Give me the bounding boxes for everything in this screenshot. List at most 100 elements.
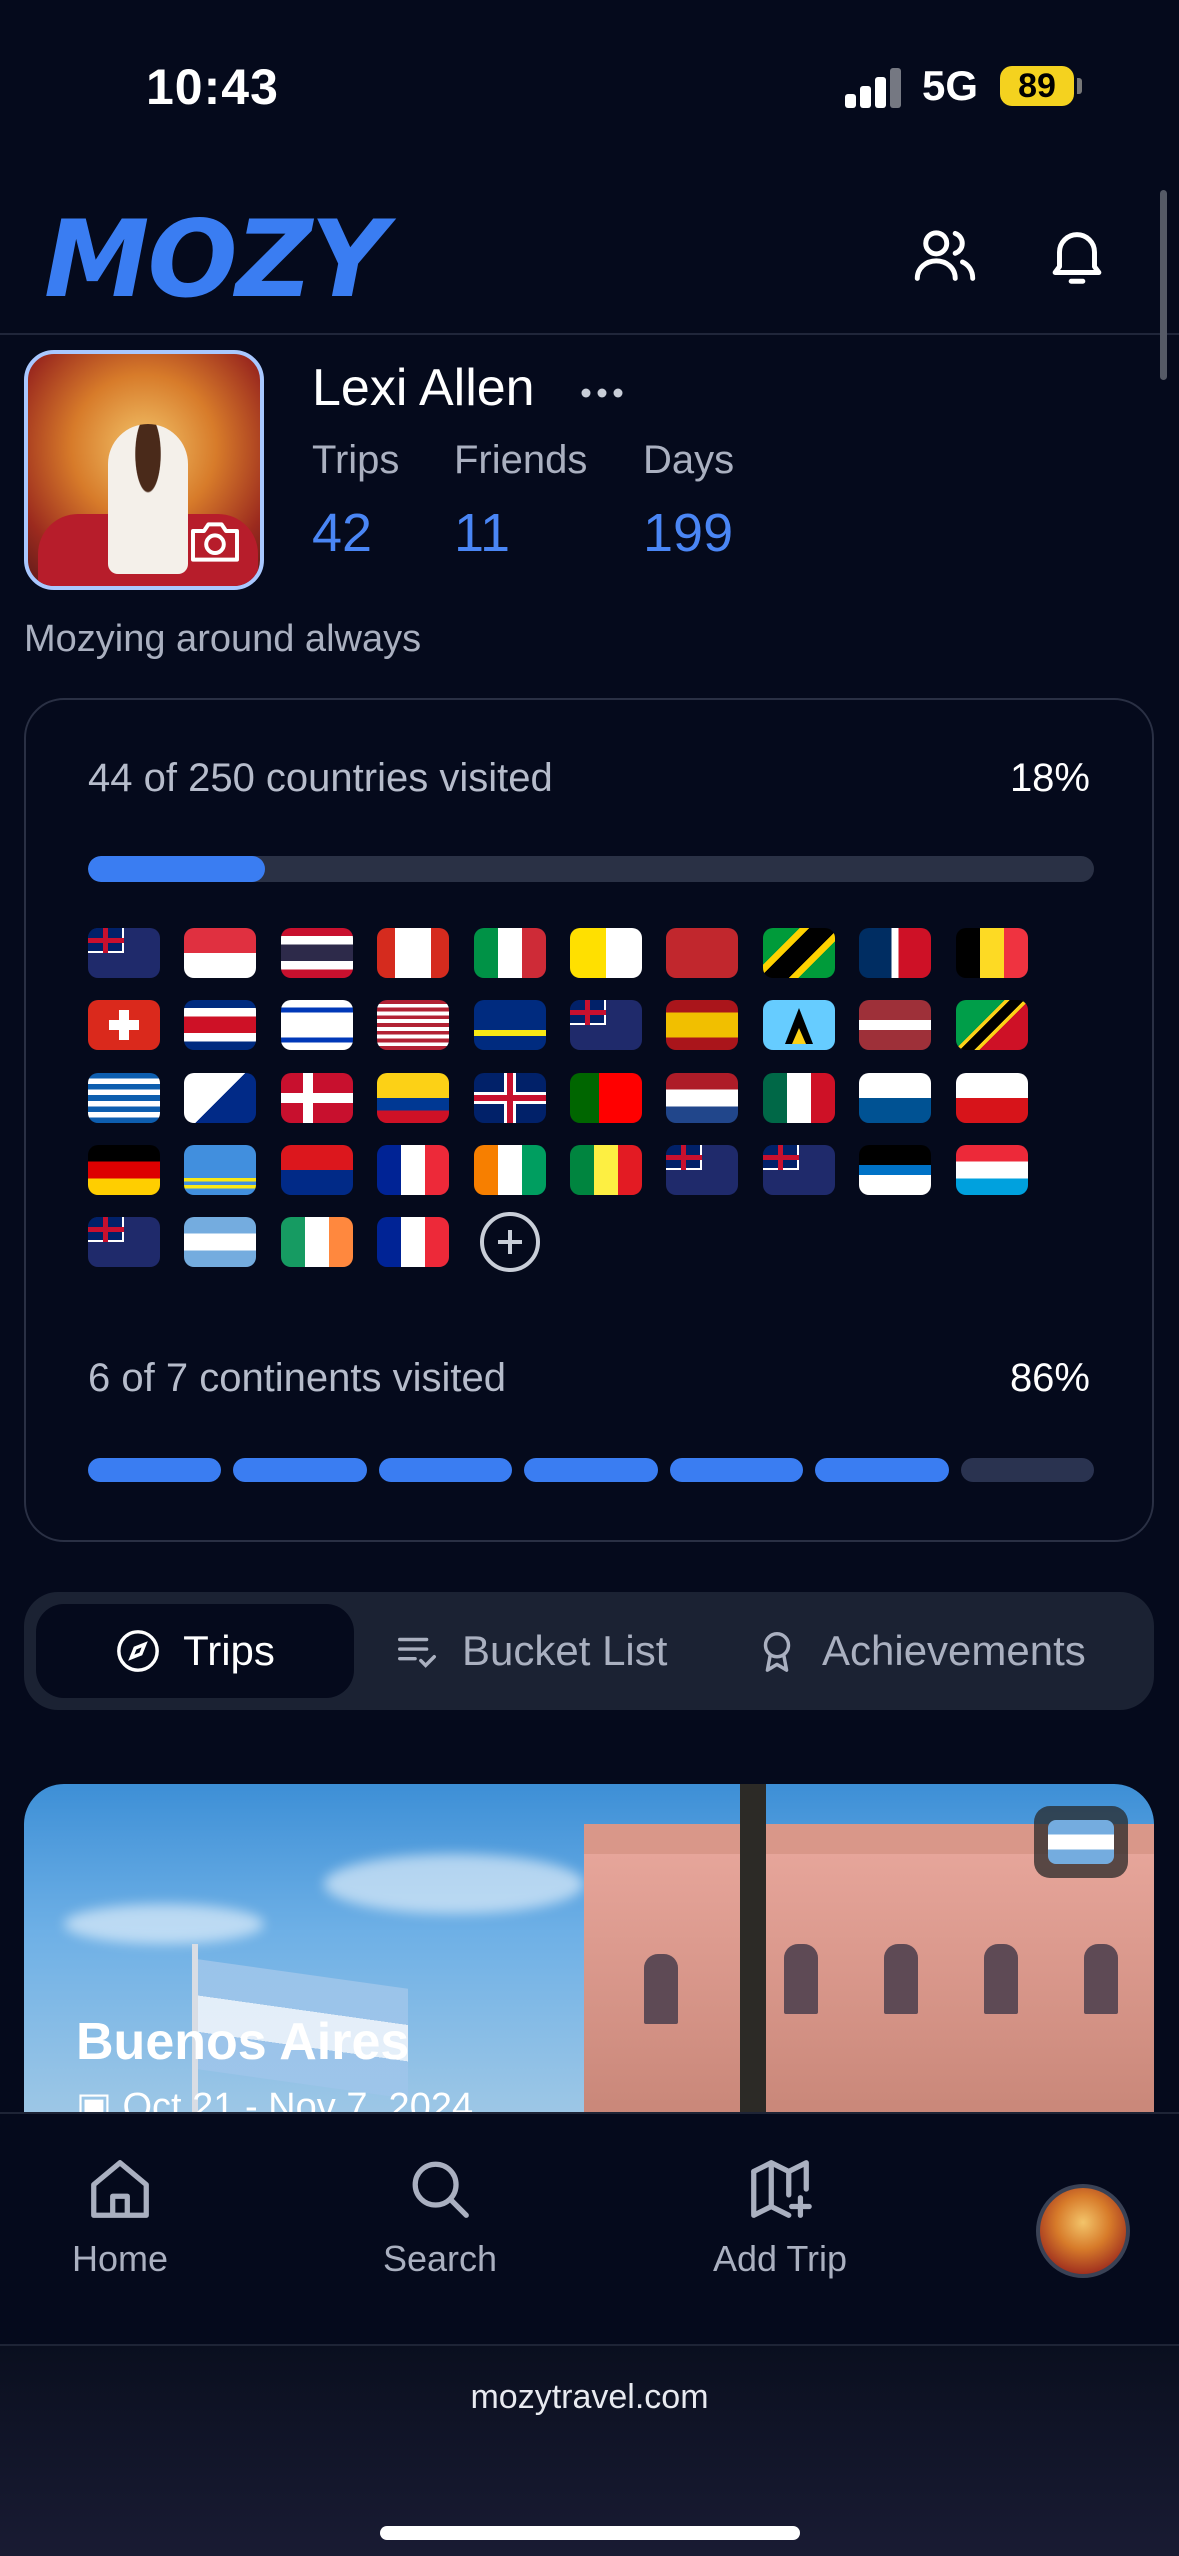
window [784, 1944, 818, 2014]
calendar-icon: ▣ [76, 2086, 123, 2114]
flag-netherlands[interactable] [666, 1072, 739, 1123]
flag-italy[interactable] [473, 928, 546, 978]
flag-british-virgin-islands[interactable] [88, 1217, 160, 1268]
trip-title: Buenos Aires [76, 2013, 410, 2071]
stat-label-days: Days [643, 438, 735, 482]
flag-aruba[interactable] [184, 1144, 257, 1195]
flag-belgium[interactable] [955, 928, 1028, 978]
cloud [64, 1904, 264, 1944]
trip-flag-badge [1034, 1806, 1128, 1878]
bottom-nav: Home Search Add Trip [0, 2112, 1179, 2344]
status-time: 10:43 [146, 59, 279, 115]
flag-jamaica[interactable] [762, 928, 835, 978]
flag-senegal[interactable] [570, 1144, 642, 1195]
flag-argentina[interactable] [184, 1217, 257, 1268]
tab-bucket-list[interactable]: Bucket List [394, 1604, 724, 1698]
flag-spain[interactable] [666, 1000, 739, 1051]
countries-percent: 18% [1009, 756, 1090, 800]
battery-tip [1077, 78, 1082, 94]
building [584, 1854, 1154, 2114]
camera-icon[interactable] [188, 520, 242, 564]
nav-home-label: Home [71, 2238, 169, 2279]
tab-achievements[interactable]: Achievements [754, 1604, 1154, 1698]
tab-trips[interactable]: Trips [36, 1604, 354, 1698]
trip-card[interactable]: Buenos Aires ▣ Oct 21 - Nov 7, 2024 [24, 1784, 1154, 2114]
flag-antigua[interactable] [859, 1144, 932, 1195]
award-icon [763, 1632, 791, 1672]
nav-search-label: Search [382, 2238, 498, 2279]
countries-label: 44 of 250 countries visited [88, 756, 553, 800]
map-plus-icon [751, 2160, 812, 2218]
travel-stats-card: 44 of 250 countries visited 18% 6 of 7 c… [24, 698, 1154, 1542]
continent-segment [669, 1458, 804, 1482]
flag-saint-lucia[interactable] [762, 1000, 835, 1051]
stat-value-trips[interactable]: 42 [312, 502, 372, 564]
flag-usa[interactable] [377, 1000, 450, 1051]
stat-value-friends[interactable]: 11 [454, 502, 510, 564]
flag-uk[interactable] [473, 1072, 546, 1123]
network-label: 5G [922, 62, 979, 109]
nav-add-trip-label: Add Trip [712, 2238, 848, 2279]
trip-dates: ▣ Oct 21 - Nov 7, 2024 [76, 2084, 473, 2114]
flag-greece[interactable] [88, 1072, 160, 1123]
flag-switzerland[interactable] [88, 1000, 160, 1051]
users-icon[interactable] [910, 220, 980, 290]
url-bar[interactable]: mozytravel.com [0, 2378, 1179, 2417]
nav-search[interactable]: Search [370, 2154, 510, 2280]
flag-denmark[interactable] [280, 1072, 353, 1123]
flag-canada[interactable] [377, 928, 450, 978]
continents-label: 6 of 7 continents visited [88, 1356, 507, 1400]
scrollbar[interactable] [1160, 190, 1167, 380]
flag-montserrat[interactable] [570, 1000, 642, 1051]
flag-mexico[interactable] [762, 1072, 835, 1123]
flag-dominican-republic[interactable] [859, 928, 932, 978]
nav-profile-avatar[interactable] [1036, 2184, 1130, 2278]
tab-achievements-label: Achievements [822, 1627, 1086, 1674]
flag-bonaire[interactable] [184, 1072, 257, 1123]
flag-australia[interactable] [762, 1144, 835, 1195]
cloud [324, 1854, 584, 1914]
flag-luxembourg[interactable] [955, 1144, 1028, 1195]
flag-thailand[interactable] [280, 928, 353, 978]
home-indicator[interactable] [380, 2526, 800, 2540]
more-icon[interactable] [580, 386, 624, 398]
flag-morocco[interactable] [666, 928, 739, 978]
flag-saint-kitts[interactable] [955, 1000, 1028, 1051]
flag-costa-rica[interactable] [184, 1000, 257, 1051]
flag-latvia[interactable] [859, 1000, 932, 1051]
flag-france-2[interactable] [377, 1217, 450, 1268]
stat-value-days[interactable]: 199 [643, 502, 733, 564]
nav-home[interactable]: Home [60, 2154, 180, 2280]
profile-bio: Mozying around always [24, 618, 422, 660]
continent-segment [378, 1458, 513, 1482]
flag-czechia[interactable] [955, 1072, 1028, 1123]
home-icon [91, 2160, 149, 2218]
flag-portugal[interactable] [570, 1072, 642, 1123]
flag-france[interactable] [377, 1144, 450, 1195]
add-country-button[interactable] [479, 1212, 540, 1273]
logo[interactable]: MOZY [44, 198, 387, 321]
flag-singapore[interactable] [184, 928, 257, 978]
window [884, 1944, 918, 2014]
continent-segment [524, 1458, 658, 1482]
flag-vatican[interactable] [570, 928, 642, 978]
stat-label-friends: Friends [454, 438, 588, 482]
countries-progress-bar [88, 856, 1094, 882]
nav-add-trip[interactable]: Add Trip [700, 2154, 860, 2280]
flag-sint-maarten[interactable] [280, 1144, 353, 1195]
compass-icon [117, 1630, 160, 1672]
flag-colombia[interactable] [377, 1072, 450, 1123]
argentina-flag-icon [1048, 1820, 1114, 1864]
bell-icon[interactable] [1042, 220, 1112, 290]
continents-progress [88, 1458, 1094, 1482]
flag-curacao[interactable] [473, 1000, 546, 1051]
flag-new-zealand[interactable] [666, 1144, 739, 1195]
flag-germany[interactable] [88, 1144, 160, 1195]
flag-panama[interactable] [859, 1072, 932, 1123]
flag-anguilla[interactable] [88, 928, 160, 978]
palm-tree [740, 1784, 766, 2114]
flag-ivory-coast[interactable] [473, 1144, 546, 1195]
browser-bar: mozytravel.com [0, 2344, 1179, 2556]
flag-israel[interactable] [280, 1000, 353, 1051]
flag-ireland[interactable] [280, 1217, 353, 1268]
